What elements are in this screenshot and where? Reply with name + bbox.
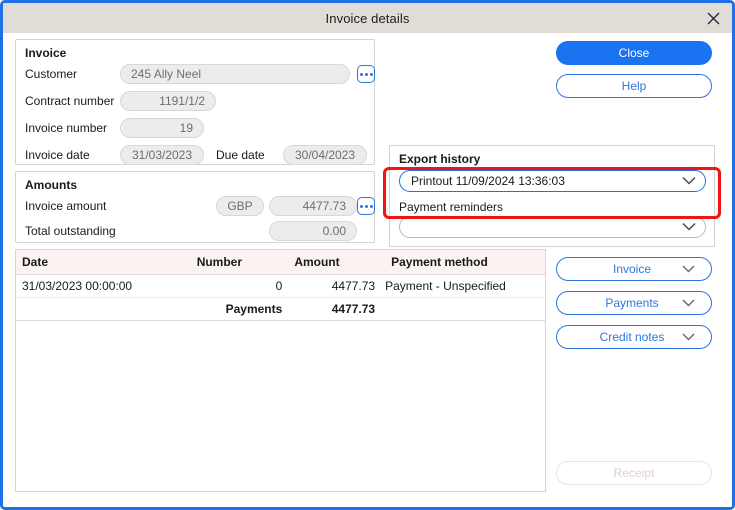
column-header-payment-method: Payment method xyxy=(381,250,545,275)
close-button[interactable]: Close xyxy=(556,41,712,65)
chevron-down-icon xyxy=(682,223,696,232)
chevron-down-icon xyxy=(682,177,696,186)
customer-ellipsis-icon[interactable] xyxy=(357,65,375,83)
export-history-title: Export history xyxy=(399,152,480,166)
cell-number: 0 xyxy=(191,275,289,298)
customer-label: Customer xyxy=(25,67,77,81)
customer-field[interactable]: 245 Ally Neel xyxy=(120,64,350,84)
invoice-group-title: Invoice xyxy=(25,46,66,60)
export-history-value: Printout 11/09/2024 13:36:03 xyxy=(411,174,565,188)
cell-date: 31/03/2023 00:00:00 xyxy=(16,275,191,298)
export-history-combo[interactable]: Printout 11/09/2024 13:36:03 xyxy=(399,170,706,192)
column-header-number: Number xyxy=(191,250,289,275)
table-header-row: Date Number Amount Payment method xyxy=(16,250,545,275)
cell-payment-method: Payment - Unspecified xyxy=(381,275,545,298)
receipt-button-label: Receipt xyxy=(614,466,655,480)
cell-total-amount: 4477.73 xyxy=(288,298,381,321)
column-header-amount: Amount xyxy=(288,250,381,275)
help-button-label: Help xyxy=(622,79,647,93)
currency-field[interactable]: GBP xyxy=(216,196,264,216)
invoice-dropdown-button[interactable]: Invoice xyxy=(556,257,712,281)
chevron-down-icon xyxy=(682,333,695,341)
cell-total-empty2 xyxy=(381,298,545,321)
invoice-number-label: Invoice number xyxy=(25,121,107,135)
export-history-group: Export history Printout 11/09/2024 13:36… xyxy=(389,145,715,247)
invoice-amount-label: Invoice amount xyxy=(25,199,106,213)
close-button-label: Close xyxy=(619,46,650,60)
chevron-down-icon xyxy=(682,265,695,273)
contract-number-field[interactable]: 1191/1/2 xyxy=(120,91,216,111)
dialog-body: Invoice Customer 245 Ally Neel Contract … xyxy=(3,33,732,507)
cell-total-empty xyxy=(16,298,191,321)
invoice-amount-field[interactable]: 4477.73 xyxy=(269,196,357,216)
amounts-group-title: Amounts xyxy=(25,178,77,192)
chevron-down-icon xyxy=(682,299,695,307)
credit-notes-dropdown-label: Credit notes xyxy=(600,330,665,344)
invoice-date-label: Invoice date xyxy=(25,148,90,162)
close-icon[interactable] xyxy=(702,7,724,29)
table-total-row: Payments 4477.73 xyxy=(16,298,545,321)
payments-dropdown-label: Payments xyxy=(605,296,658,310)
table-row[interactable]: 31/03/2023 00:00:00 0 4477.73 Payment - … xyxy=(16,275,545,298)
total-outstanding-field[interactable]: 0.00 xyxy=(269,221,357,241)
invoice-date-field[interactable]: 31/03/2023 xyxy=(120,145,204,165)
help-button[interactable]: Help xyxy=(556,74,712,98)
amount-ellipsis-icon[interactable] xyxy=(357,197,375,215)
titlebar: Invoice details xyxy=(3,3,732,33)
cell-total-label: Payments xyxy=(191,298,289,321)
payments-dropdown-button[interactable]: Payments xyxy=(556,291,712,315)
cell-amount: 4477.73 xyxy=(288,275,381,298)
credit-notes-dropdown-button[interactable]: Credit notes xyxy=(556,325,712,349)
invoice-details-window: Invoice details Invoice Customer 245 All… xyxy=(0,0,735,510)
payment-reminders-combo[interactable] xyxy=(399,216,706,238)
payments-table-panel: Date Number Amount Payment method 31/03/… xyxy=(15,249,546,492)
due-date-label: Due date xyxy=(216,148,265,162)
total-outstanding-label: Total outstanding xyxy=(25,224,116,238)
invoice-group: Invoice Customer 245 Ally Neel Contract … xyxy=(15,39,375,165)
invoice-dropdown-label: Invoice xyxy=(613,262,651,276)
column-header-date: Date xyxy=(16,250,191,275)
payments-table: Date Number Amount Payment method 31/03/… xyxy=(16,250,545,321)
payment-reminders-label: Payment reminders xyxy=(399,200,503,214)
window-title: Invoice details xyxy=(326,11,410,26)
receipt-button: Receipt xyxy=(556,461,712,485)
contract-number-label: Contract number xyxy=(25,94,114,108)
invoice-number-field[interactable]: 19 xyxy=(120,118,204,138)
due-date-field[interactable]: 30/04/2023 xyxy=(283,145,367,165)
amounts-group: Amounts Invoice amount GBP 4477.73 Total… xyxy=(15,171,375,243)
